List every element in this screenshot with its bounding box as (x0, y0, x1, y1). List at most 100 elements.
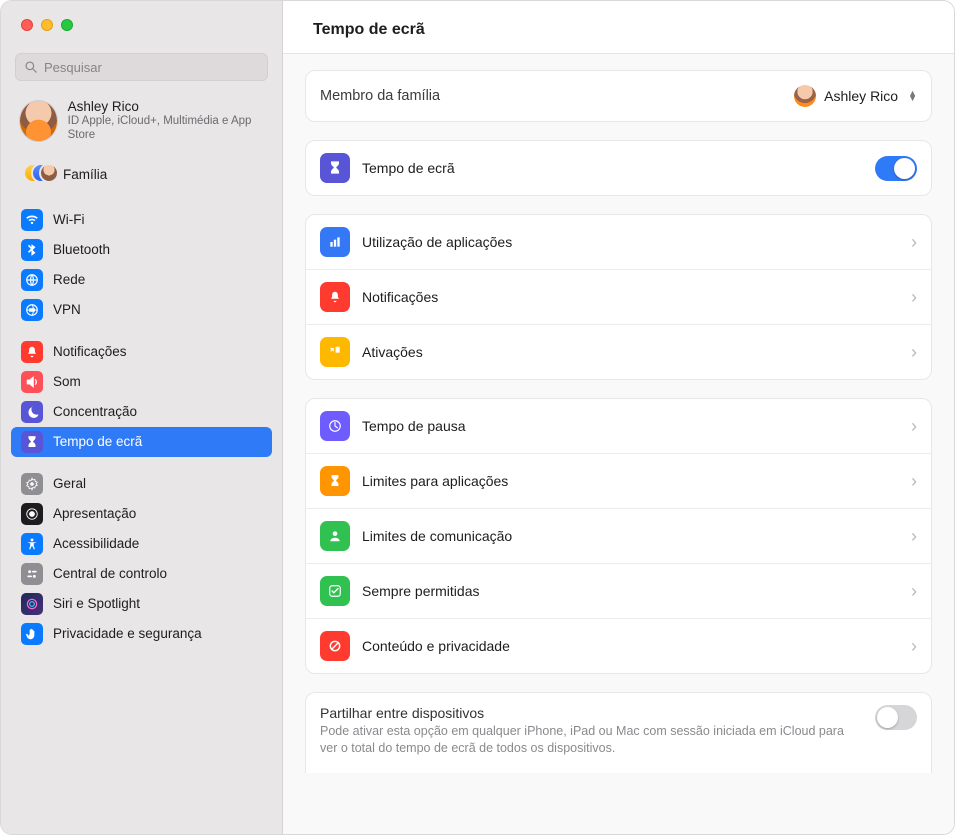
chart-icon (320, 227, 350, 257)
search-field[interactable] (15, 53, 268, 81)
sidebar-item-label: Concentração (53, 404, 137, 419)
row-label: Limites para aplicações (362, 473, 899, 489)
sidebar-item-access[interactable]: Acessibilidade (11, 529, 272, 559)
page-title: Tempo de ecrã (283, 1, 954, 53)
usage-row-chart[interactable]: Utilização de aplicações › (306, 215, 931, 269)
limits-row-person[interactable]: Limites de comunicação › (306, 508, 931, 563)
sidebar-item-sound[interactable]: Som (11, 367, 272, 397)
hourglass-icon (320, 153, 350, 183)
screen-time-toggle[interactable] (875, 156, 917, 181)
share-toggle[interactable] (875, 705, 917, 730)
sidebar-family-label: Família (63, 167, 107, 182)
usage-row-pickup[interactable]: Ativações› (306, 324, 931, 379)
person-icon (320, 521, 350, 551)
family-member-value: Ashley Rico (824, 88, 898, 104)
sidebar-item-wifi[interactable]: Wi-Fi (11, 205, 272, 235)
limits-row-hourglass[interactable]: Limites para aplicações › (306, 453, 931, 508)
bell-icon (21, 341, 43, 363)
sidebar-item-label: Tempo de ecrã (53, 434, 142, 449)
sidebar-nav: Wi-Fi Bluetooth Rede VPN Notificações Som Conc… (11, 203, 272, 659)
sidebar: Ashley Rico ID Apple, iCloud+, Multimédi… (1, 1, 283, 834)
content-scroll[interactable]: Membro da família Ashley Rico ▲▼ Tempo d… (283, 54, 954, 834)
family-member-row[interactable]: Membro da família Ashley Rico ▲▼ (306, 71, 931, 121)
share-card: Partilhar entre dispositivos Pode ativar… (305, 692, 932, 773)
share-desc: Pode ativar esta opção em qualquer iPhon… (320, 723, 861, 757)
sidebar-item-bluetooth[interactable]: Bluetooth (11, 235, 272, 265)
row-label: Ativações (362, 344, 899, 360)
sidebar-item-label: Rede (53, 272, 85, 287)
chevron-right-icon: › (911, 526, 917, 547)
sidebar-group: Notificações Som Concentração Tempo de ecrã (11, 335, 272, 467)
prohibit-icon (320, 631, 350, 661)
hand-icon (21, 623, 43, 645)
chevron-right-icon: › (911, 232, 917, 253)
sidebar-group: Wi-Fi Bluetooth Rede VPN (11, 203, 272, 335)
screen-time-toggle-label: Tempo de ecrã (362, 160, 863, 176)
sidebar-item-gear[interactable]: Geral (11, 469, 272, 499)
sidebar-item-label: Notificações (53, 344, 127, 359)
account-subtitle: ID Apple, iCloud+, Multimédia e App Stor… (68, 114, 264, 143)
usage-row-bell[interactable]: Notificações › (306, 269, 931, 324)
sidebar-family[interactable]: Família (11, 157, 272, 199)
limits-row-check[interactable]: Sempre permitidas › (306, 563, 931, 618)
sidebar-item-vpn[interactable]: VPN (11, 295, 272, 325)
maximize-button[interactable] (61, 19, 73, 31)
family-member-label: Membro da família (320, 88, 782, 104)
sidebar-item-hand[interactable]: Privacidade e segurança (11, 619, 272, 649)
bell-icon (320, 282, 350, 312)
avatar-icon (19, 100, 58, 142)
moon-icon (21, 401, 43, 423)
sidebar-item-label: Geral (53, 476, 86, 491)
sidebar-item-controls[interactable]: Central de controlo (11, 559, 272, 589)
family-member-picker[interactable]: Ashley Rico ▲▼ (794, 85, 917, 107)
sidebar-item-moon[interactable]: Concentração (11, 397, 272, 427)
chevron-right-icon: › (911, 471, 917, 492)
row-label: Sempre permitidas (362, 583, 899, 599)
search-input[interactable] (44, 60, 259, 75)
account-name: Ashley Rico (68, 99, 264, 114)
hourglass-icon (320, 466, 350, 496)
family-icon (23, 163, 53, 187)
avatar-icon (794, 85, 816, 107)
sidebar-item-hourglass[interactable]: Tempo de ecrã (11, 427, 272, 457)
row-label: Notificações (362, 289, 899, 305)
sidebar-item-display[interactable]: Apresentação (11, 499, 272, 529)
share-title: Partilhar entre dispositivos (320, 705, 861, 721)
family-member-card: Membro da família Ashley Rico ▲▼ (305, 70, 932, 122)
sidebar-item-network[interactable]: Rede (11, 265, 272, 295)
screen-time-toggle-card: Tempo de ecrã (305, 140, 932, 196)
chevron-updown-icon: ▲▼ (908, 91, 917, 101)
row-label: Tempo de pausa (362, 418, 899, 434)
sidebar-item-siri[interactable]: Siri e Spotlight (11, 589, 272, 619)
row-label: Limites de comunicação (362, 528, 899, 544)
network-icon (21, 269, 43, 291)
siri-icon (21, 593, 43, 615)
chevron-right-icon: › (911, 287, 917, 308)
apple-id-account[interactable]: Ashley Rico ID Apple, iCloud+, Multimédi… (11, 95, 272, 153)
wifi-icon (21, 209, 43, 231)
sidebar-item-bell[interactable]: Notificações (11, 337, 272, 367)
sound-icon (21, 371, 43, 393)
limits-row-prohibit[interactable]: Conteúdo e privacidade› (306, 618, 931, 673)
search-icon (24, 60, 38, 74)
screen-time-toggle-row: Tempo de ecrã (306, 141, 931, 195)
downtime-icon (320, 411, 350, 441)
limits-row-downtime[interactable]: Tempo de pausa› (306, 399, 931, 453)
share-devices-row: Partilhar entre dispositivos Pode ativar… (306, 693, 931, 773)
settings-window: Ashley Rico ID Apple, iCloud+, Multimédi… (0, 0, 955, 835)
main-pane: Tempo de ecrã Membro da família Ashley R… (283, 1, 954, 834)
display-icon (21, 503, 43, 525)
controls-icon (21, 563, 43, 585)
sidebar-item-label: Wi-Fi (53, 212, 84, 227)
gear-icon (21, 473, 43, 495)
chevron-right-icon: › (911, 636, 917, 657)
row-label: Utilização de aplicações (362, 234, 899, 250)
bluetooth-icon (21, 239, 43, 261)
sidebar-item-label: Siri e Spotlight (53, 596, 140, 611)
access-icon (21, 533, 43, 555)
chevron-right-icon: › (911, 581, 917, 602)
vpn-icon (21, 299, 43, 321)
sidebar-item-label: Apresentação (53, 506, 136, 521)
minimize-button[interactable] (41, 19, 53, 31)
close-button[interactable] (21, 19, 33, 31)
